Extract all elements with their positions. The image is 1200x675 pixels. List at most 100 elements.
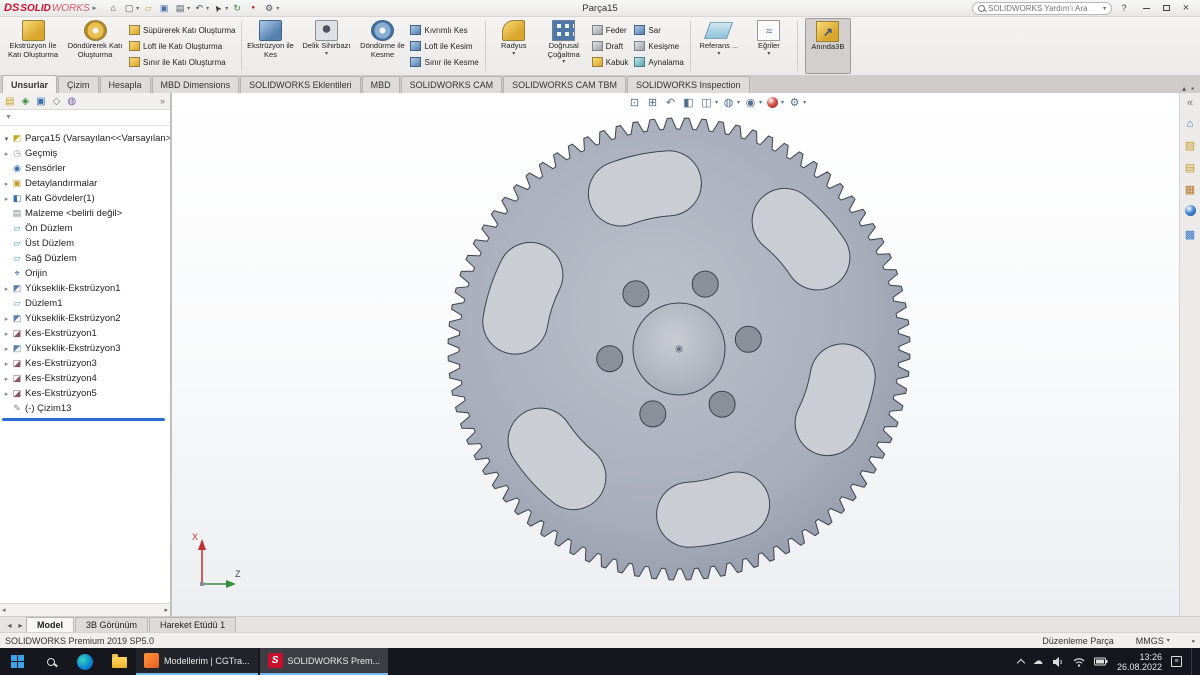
intersect-button[interactable]: Kesişme xyxy=(634,39,683,53)
expand-arrow-icon[interactable]: ▸ xyxy=(2,315,11,323)
tree-item[interactable]: ▸◩Yükseklik-Ekstrüzyon3 xyxy=(0,341,170,356)
dropdown-caret-icon[interactable] xyxy=(562,59,565,66)
show-desktop-button[interactable] xyxy=(1191,648,1195,675)
shell-button[interactable]: Kabuk xyxy=(592,55,629,69)
onedrive-cloud-icon[interactable]: ☁ xyxy=(1033,656,1043,667)
mirror-button[interactable]: Aynalama xyxy=(634,55,683,69)
dropdown-caret-icon[interactable]: ▾ xyxy=(759,99,762,106)
slot-cut[interactable] xyxy=(785,221,818,258)
tree-item[interactable]: ▸◷Geçmiş xyxy=(0,146,170,161)
select-icon[interactable]: ➤ xyxy=(209,0,228,17)
reference-geometry-button[interactable]: Referans ... xyxy=(694,18,744,74)
tab-cizim[interactable]: Çizim xyxy=(58,76,99,93)
dropdown-caret-icon[interactable] xyxy=(325,51,328,58)
dropdown-caret-icon[interactable] xyxy=(717,51,720,58)
status-tag-icon[interactable] xyxy=(1192,636,1195,646)
maximize-button[interactable] xyxy=(1156,1,1176,16)
action-center-icon[interactable] xyxy=(1171,656,1182,667)
tree-item[interactable]: ▸◪Kes-Ekstrüzyon5 xyxy=(0,386,170,401)
search-dropdown-icon[interactable] xyxy=(1103,5,1106,12)
view-palette-icon[interactable]: ▦ xyxy=(1185,183,1195,196)
collapse-icon[interactable]: « xyxy=(1187,97,1193,109)
menu-expand-icon[interactable] xyxy=(93,4,97,12)
dropdown-caret-icon[interactable]: ▾ xyxy=(276,5,279,12)
zoom-fit-icon[interactable]: ⊡ xyxy=(627,95,642,110)
expand-arrow-icon[interactable]: ▸ xyxy=(2,195,11,203)
tree-item[interactable]: ▤Malzeme <belirli değil> xyxy=(0,206,170,221)
tab-mbd-dimensions[interactable]: MBD Dimensions xyxy=(152,76,240,93)
expand-arrow-icon[interactable]: ▸ xyxy=(2,345,11,353)
sweep-boss-button[interactable]: Süpürerek Katı Oluşturma xyxy=(129,23,235,37)
slot-cut[interactable] xyxy=(828,376,843,423)
options-icon[interactable]: ⚙ xyxy=(262,2,276,15)
tab-solidworks-cam[interactable]: SOLIDWORKS CAM xyxy=(401,76,503,93)
rib-button[interactable]: Feder xyxy=(592,23,629,37)
revolve-boss-button[interactable]: Döndürerek Katı Oluşturma xyxy=(64,18,126,74)
tree-item[interactable]: ▱Ön Düzlem xyxy=(0,221,170,236)
wrap-button[interactable]: Sar xyxy=(634,23,683,37)
boundary-boss-button[interactable]: Sınır ile Katı Oluşturma xyxy=(129,55,235,69)
tree-item[interactable]: ▸▣Detaylandırmalar xyxy=(0,176,170,191)
linear-pattern-button[interactable]: Doğrusal Çoğaltma xyxy=(539,18,589,74)
units-selector[interactable]: MMGS xyxy=(1136,636,1170,646)
taskbar-app-solidworks[interactable]: SOLIDWORKS Prem... xyxy=(260,648,389,675)
extrude-boss-button[interactable]: Ekstrüzyon İle Katı Oluşturma xyxy=(2,18,64,74)
view-settings-icon[interactable]: ⚙ xyxy=(787,95,802,110)
dropdown-caret-icon[interactable]: ▾ xyxy=(781,99,784,106)
search-input[interactable] xyxy=(988,4,1100,13)
bolt-hole[interactable] xyxy=(597,346,623,372)
tab-unsurlar[interactable]: Unsurlar xyxy=(2,75,57,93)
scroll-left-icon[interactable] xyxy=(2,606,6,614)
expand-arrow-icon[interactable]: ▸ xyxy=(2,330,11,338)
dropdown-caret-icon[interactable]: ▾ xyxy=(803,99,806,106)
tree-item[interactable]: ✎(-) Çizim13 xyxy=(0,401,170,416)
dropdown-caret-icon[interactable]: ▾ xyxy=(737,99,740,106)
taskbar-search-button[interactable] xyxy=(34,648,68,675)
bolt-hole[interactable] xyxy=(623,281,649,307)
help-icon[interactable] xyxy=(1118,3,1130,13)
slot-cut[interactable] xyxy=(515,275,530,322)
tab-solidworks-eklentileri[interactable]: SOLIDWORKS Eklentileri xyxy=(240,76,361,93)
propertymanager-tab-icon[interactable]: ◈ xyxy=(21,96,29,107)
slot-cut[interactable] xyxy=(689,505,737,515)
hide-items-icon[interactable]: ◉ xyxy=(743,95,758,110)
expand-arrow-icon[interactable]: ▸ xyxy=(2,375,11,383)
battery-icon[interactable] xyxy=(1094,657,1108,666)
bolt-hole[interactable] xyxy=(735,326,761,352)
filter-funnel-icon[interactable] xyxy=(5,114,12,121)
instant3d-button[interactable]: Anında3B xyxy=(805,18,851,74)
home-icon[interactable]: ⌂ xyxy=(106,2,120,15)
featuremanager-tab-icon[interactable]: ▤ xyxy=(5,96,14,107)
dropdown-caret-icon[interactable]: ▾ xyxy=(187,5,190,12)
macro-icon[interactable]: ● xyxy=(246,2,260,15)
tab-mbd[interactable]: MBD xyxy=(362,76,400,93)
new-icon[interactable]: ▢ xyxy=(122,2,136,15)
tab-scroll-left-icon[interactable] xyxy=(4,621,15,632)
tray-expand-icon[interactable] xyxy=(1017,659,1025,667)
scroll-right-icon[interactable] xyxy=(164,606,168,614)
collapse-arrow-icon[interactable] xyxy=(2,135,11,143)
dropdown-caret-icon[interactable] xyxy=(767,51,770,58)
view-orientation-icon[interactable]: ◫ xyxy=(699,95,714,110)
display-style-icon[interactable]: ◍ xyxy=(721,95,736,110)
expand-arrow-icon[interactable]: ▸ xyxy=(2,285,11,293)
volume-icon[interactable] xyxy=(1052,656,1064,668)
graphics-viewport[interactable]: ⊡⊞↶◧◫▾◍▾◉▾▾⚙▾ X Z «⌂▧▤▦▩ xyxy=(172,93,1200,616)
model-tab[interactable]: Model xyxy=(26,617,74,632)
tree-item[interactable]: ▸◪Kes-Ekstrüzyon4 xyxy=(0,371,170,386)
file-explorer-button[interactable] xyxy=(102,648,136,675)
zoom-area-icon[interactable]: ⊞ xyxy=(645,95,660,110)
tree-item[interactable]: ▸◩Yükseklik-Ekstrüzyon2 xyxy=(0,311,170,326)
rebuild-icon[interactable]: ↻ xyxy=(230,2,244,15)
home-icon[interactable]: ⌂ xyxy=(1187,118,1194,130)
tree-item[interactable]: ▸◧Katı Gövdeler(1) xyxy=(0,191,170,206)
curves-button[interactable]: Eğriler xyxy=(744,18,794,74)
bolt-hole[interactable] xyxy=(709,391,735,417)
configurationmanager-tab-icon[interactable]: ▣ xyxy=(36,96,45,107)
tree-item[interactable]: ◉Sensörler xyxy=(0,161,170,176)
previous-view-icon[interactable]: ↶ xyxy=(663,95,678,110)
tab-solidworks-inspection[interactable]: SOLIDWORKS Inspection xyxy=(627,76,750,93)
loft-boss-button[interactable]: Loft ile Katı Oluşturma xyxy=(129,39,235,53)
print-icon[interactable]: ▤ xyxy=(173,2,187,15)
dimxpertmanager-tab-icon[interactable]: ◇ xyxy=(53,96,61,107)
